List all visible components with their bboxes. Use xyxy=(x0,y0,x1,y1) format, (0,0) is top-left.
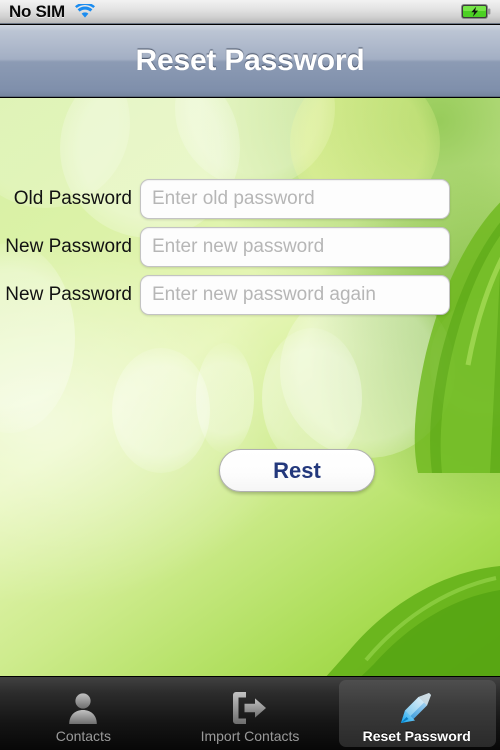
battery-charging-icon xyxy=(461,4,491,19)
phone-screen: No SIM Reset Password Old Password Enter… xyxy=(0,0,500,750)
tab-item-reset-password[interactable]: Reset Password xyxy=(333,677,500,750)
confirm-password-placeholder: Enter new password again xyxy=(152,284,376,305)
person-icon xyxy=(61,689,105,727)
reset-submit-button[interactable]: Rest xyxy=(219,449,375,492)
nav-bar: Reset Password xyxy=(0,25,500,97)
tab-item-contacts[interactable]: Contacts xyxy=(0,677,167,750)
bokeh-circle xyxy=(175,98,335,188)
carrier-label: No SIM xyxy=(9,1,65,21)
bokeh-circle xyxy=(196,343,254,453)
field-row-new-password: New Password Enter new password xyxy=(0,224,500,270)
tab-label-import-contacts: Import Contacts xyxy=(200,728,300,744)
field-row-old-password: Old Password Enter old password xyxy=(0,176,500,222)
page-title: Reset Password xyxy=(135,43,365,77)
content-area: Old Password Enter old password New Pass… xyxy=(0,98,500,676)
import-arrow-icon xyxy=(228,689,272,727)
confirm-password-label: New Password xyxy=(5,284,132,305)
blue-pencil-icon xyxy=(395,689,439,727)
old-password-input[interactable]: Enter old password xyxy=(140,179,450,219)
confirm-password-input[interactable]: Enter new password again xyxy=(140,275,450,315)
new-password-label: New Password xyxy=(5,236,132,257)
new-password-input[interactable]: Enter new password xyxy=(140,227,450,267)
bokeh-circle xyxy=(262,328,362,468)
tab-bar: Contacts Import Contacts Reset Password xyxy=(0,676,500,750)
tab-item-import-contacts[interactable]: Import Contacts xyxy=(167,677,334,750)
leaf-shape-bottom-right xyxy=(326,566,500,676)
old-password-label: Old Password xyxy=(13,188,132,209)
tab-label-contacts: Contacts xyxy=(55,728,111,744)
new-password-placeholder: Enter new password xyxy=(152,236,325,257)
bokeh-circle xyxy=(112,348,210,473)
tab-label-reset-password: Reset Password xyxy=(362,728,471,744)
status-bar: No SIM xyxy=(0,0,500,24)
field-row-confirm-password: New Password Enter new password again xyxy=(0,272,500,318)
old-password-placeholder: Enter old password xyxy=(152,188,315,209)
wifi-icon xyxy=(74,4,95,18)
reset-submit-button-label: Rest xyxy=(273,457,321,483)
